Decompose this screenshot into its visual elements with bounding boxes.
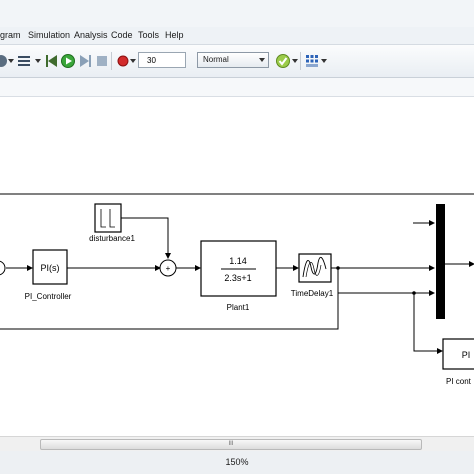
step-back-icon[interactable]: [45, 54, 59, 68]
sum-sign: +: [166, 264, 171, 273]
disturbance-block[interactable]: [94, 203, 122, 233]
pi-controller-block[interactable]: PI(s): [32, 249, 68, 285]
stop-icon[interactable]: [96, 54, 108, 68]
chevron-down-icon[interactable]: [35, 59, 41, 63]
plant-numerator: 1.14: [229, 256, 247, 266]
breadcrumb-bar: [0, 78, 474, 97]
scrollbar-thumb[interactable]: III: [40, 439, 422, 450]
time-delay-block[interactable]: [298, 253, 332, 283]
menu-analysis[interactable]: Analysis: [74, 27, 108, 44]
title-strip: [0, 0, 474, 27]
time-delay-label: TimeDelay1: [291, 289, 334, 298]
simulation-mode-select[interactable]: Normal: [197, 52, 269, 68]
menu-help[interactable]: Help: [165, 27, 184, 44]
menu-diagram[interactable]: gram: [0, 27, 21, 44]
library-icon[interactable]: [17, 54, 33, 68]
branch-point: [336, 266, 340, 270]
zoom-level: 150%: [225, 457, 249, 467]
menu-bar: gram Simulation Analysis Code Tools Help: [0, 27, 474, 45]
grid-icon[interactable]: [305, 54, 319, 68]
sum-block[interactable]: +: [159, 259, 177, 277]
signal-line: [336, 194, 434, 223]
run-icon[interactable]: [61, 54, 75, 68]
record-icon[interactable]: [116, 54, 130, 68]
model-canvas[interactable]: PI(s) PI_Controller disturbance1 + 1.14 …: [0, 97, 474, 436]
build-icon[interactable]: [0, 54, 8, 68]
horizontal-scrollbar[interactable]: III: [0, 436, 474, 452]
pi-controller-right-block[interactable]: PI: [442, 338, 474, 370]
check-icon[interactable]: [276, 54, 290, 68]
pi-right-label: PI cont: [446, 377, 472, 386]
chevron-down-icon: [259, 58, 265, 62]
step-forward-icon[interactable]: [78, 54, 92, 68]
plant-label: Plant1: [227, 303, 250, 312]
disturbance-label: disturbance1: [89, 234, 135, 243]
mux-block[interactable]: [436, 204, 445, 319]
chevron-down-icon[interactable]: [130, 59, 136, 63]
chevron-down-icon[interactable]: [292, 59, 298, 63]
toolbar-separator: [300, 52, 301, 70]
plant-block[interactable]: 1.14 2.3s+1: [200, 240, 277, 297]
toolbar-separator: [111, 52, 112, 70]
plant-denominator: 2.3s+1: [224, 273, 251, 283]
status-bar: 150%: [0, 451, 474, 474]
menu-tools[interactable]: Tools: [138, 27, 159, 44]
menu-code[interactable]: Code: [111, 27, 133, 44]
pi-controller-content: PI(s): [41, 263, 60, 273]
chevron-down-icon[interactable]: [321, 59, 327, 63]
stop-time-input[interactable]: [138, 52, 186, 68]
simulation-mode-value: Normal: [203, 55, 229, 64]
input-sum-circle[interactable]: [0, 260, 6, 276]
pi-controller-label: PI_Controller: [25, 292, 72, 301]
pi-right-content: PI: [462, 350, 471, 360]
menu-simulation[interactable]: Simulation: [28, 27, 70, 44]
chevron-down-icon[interactable]: [8, 59, 14, 63]
block-diagram: PI(s) PI_Controller disturbance1 + 1.14 …: [0, 193, 474, 386]
